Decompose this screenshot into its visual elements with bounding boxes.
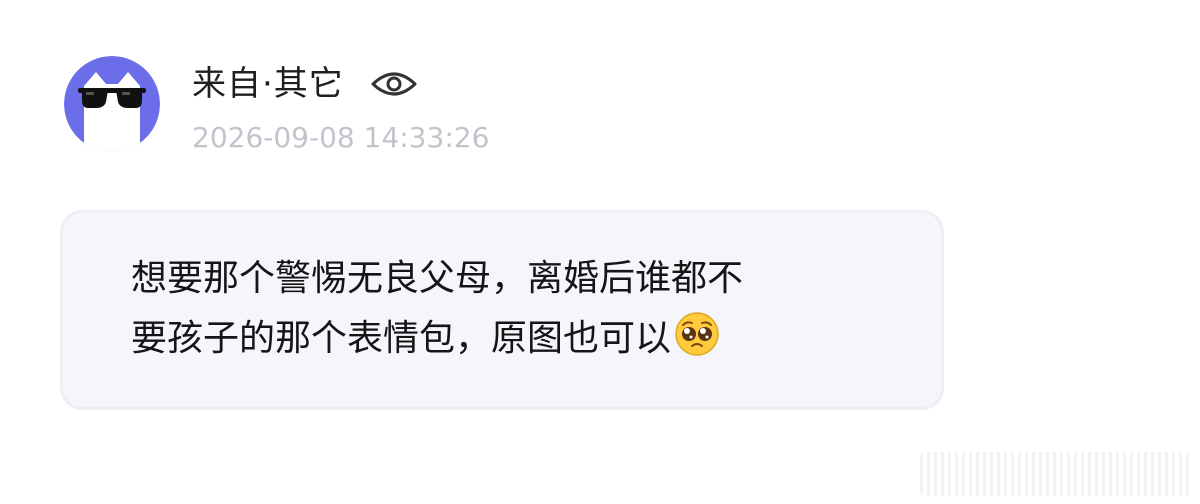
message-line-2: 要孩子的那个表情包，原图也可以 bbox=[131, 309, 911, 369]
sender-name: 来自·其它 bbox=[192, 64, 344, 104]
message-line-2-text: 要孩子的那个表情包，原图也可以 bbox=[131, 318, 672, 359]
message-text: 想要那个警惕无良父母，离婚后谁都不 要孩子的那个表情包，原图也可以 bbox=[131, 249, 911, 369]
message-bubble: 想要那个警惕无良父母，离婚后谁都不 要孩子的那个表情包，原图也可以 bbox=[60, 210, 944, 410]
message-line-1: 想要那个警惕无良父母，离婚后谁都不 bbox=[131, 258, 744, 299]
pleading-face-emoji-icon bbox=[673, 310, 721, 358]
eye-icon[interactable] bbox=[370, 68, 418, 100]
sender-row: 来自·其它 bbox=[192, 58, 418, 110]
avatar[interactable] bbox=[64, 56, 160, 152]
cat-with-sunglasses-icon bbox=[64, 56, 160, 152]
watermark bbox=[920, 452, 1190, 496]
timestamp: 2026-09-08 14:33:26 bbox=[192, 121, 490, 154]
post-card: 来自·其它 2026-09-08 14:33:26 想要那个警惕无良父母，离婚后… bbox=[0, 0, 1200, 504]
